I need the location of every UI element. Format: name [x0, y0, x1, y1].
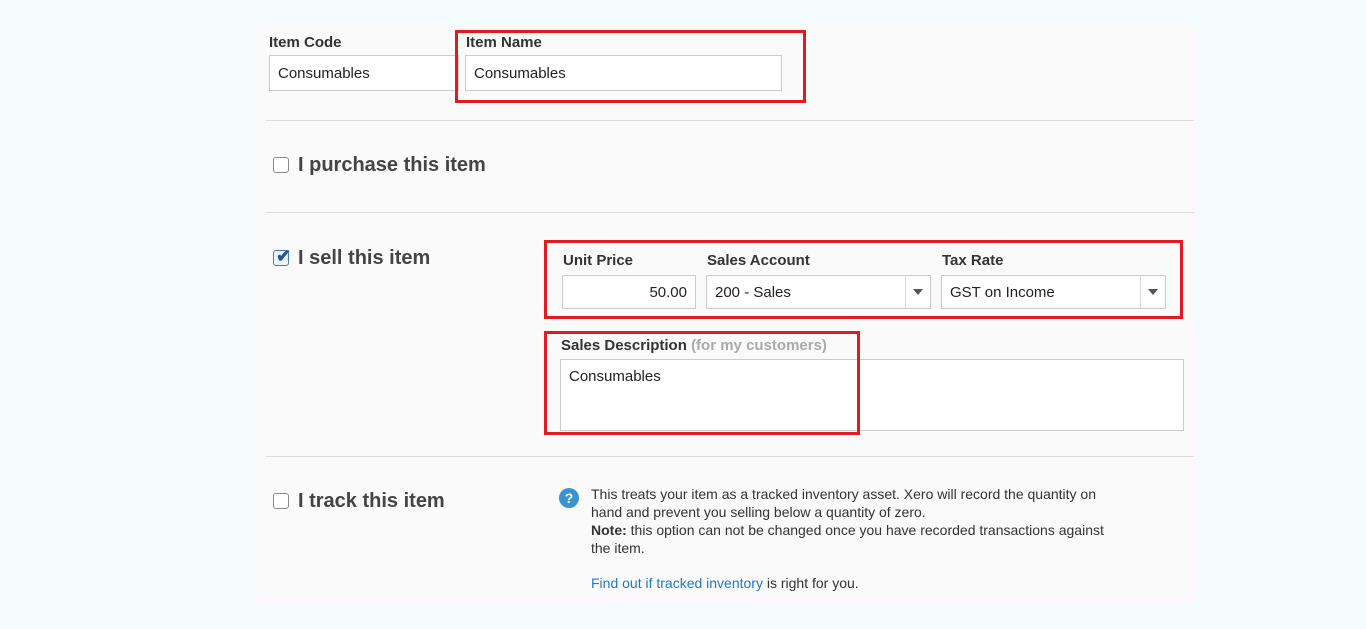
- divider: [266, 120, 1194, 121]
- sell-label: I sell this item: [298, 247, 431, 269]
- inventory-link-row: Find out if tracked inventory is right f…: [591, 574, 859, 592]
- note-line-2: the item.: [591, 540, 645, 556]
- purchase-label: I purchase this item: [298, 154, 486, 176]
- highlight-sales-description: [544, 331, 860, 435]
- note-label: Note:: [591, 522, 627, 538]
- item-code-input[interactable]: Consumables: [269, 55, 459, 91]
- divider: [266, 456, 1194, 457]
- highlight-item-name: [455, 30, 806, 103]
- sell-checkbox[interactable]: ✔: [273, 246, 291, 266]
- item-code-label: Item Code: [269, 34, 342, 51]
- tracked-inventory-link[interactable]: Find out if tracked inventory: [591, 575, 763, 591]
- link-suffix: is right for you.: [762, 575, 859, 591]
- track-info: This treats your item as a tracked inven…: [591, 485, 1191, 557]
- highlight-sell-fields: [544, 240, 1183, 319]
- track-checkbox[interactable]: [273, 493, 289, 509]
- info-line: This treats your item as a tracked inven…: [591, 486, 1097, 502]
- question-icon: ?: [559, 488, 579, 508]
- note-line: Note: this option can not be changed onc…: [591, 521, 1191, 539]
- divider: [266, 212, 1194, 213]
- note-text: this option can not be changed once you …: [626, 522, 1104, 538]
- track-label: I track this item: [298, 490, 445, 512]
- checkmark-icon: ✔: [276, 246, 292, 266]
- info-line: hand and prevent you selling below a qua…: [591, 504, 926, 520]
- purchase-checkbox[interactable]: [273, 157, 289, 173]
